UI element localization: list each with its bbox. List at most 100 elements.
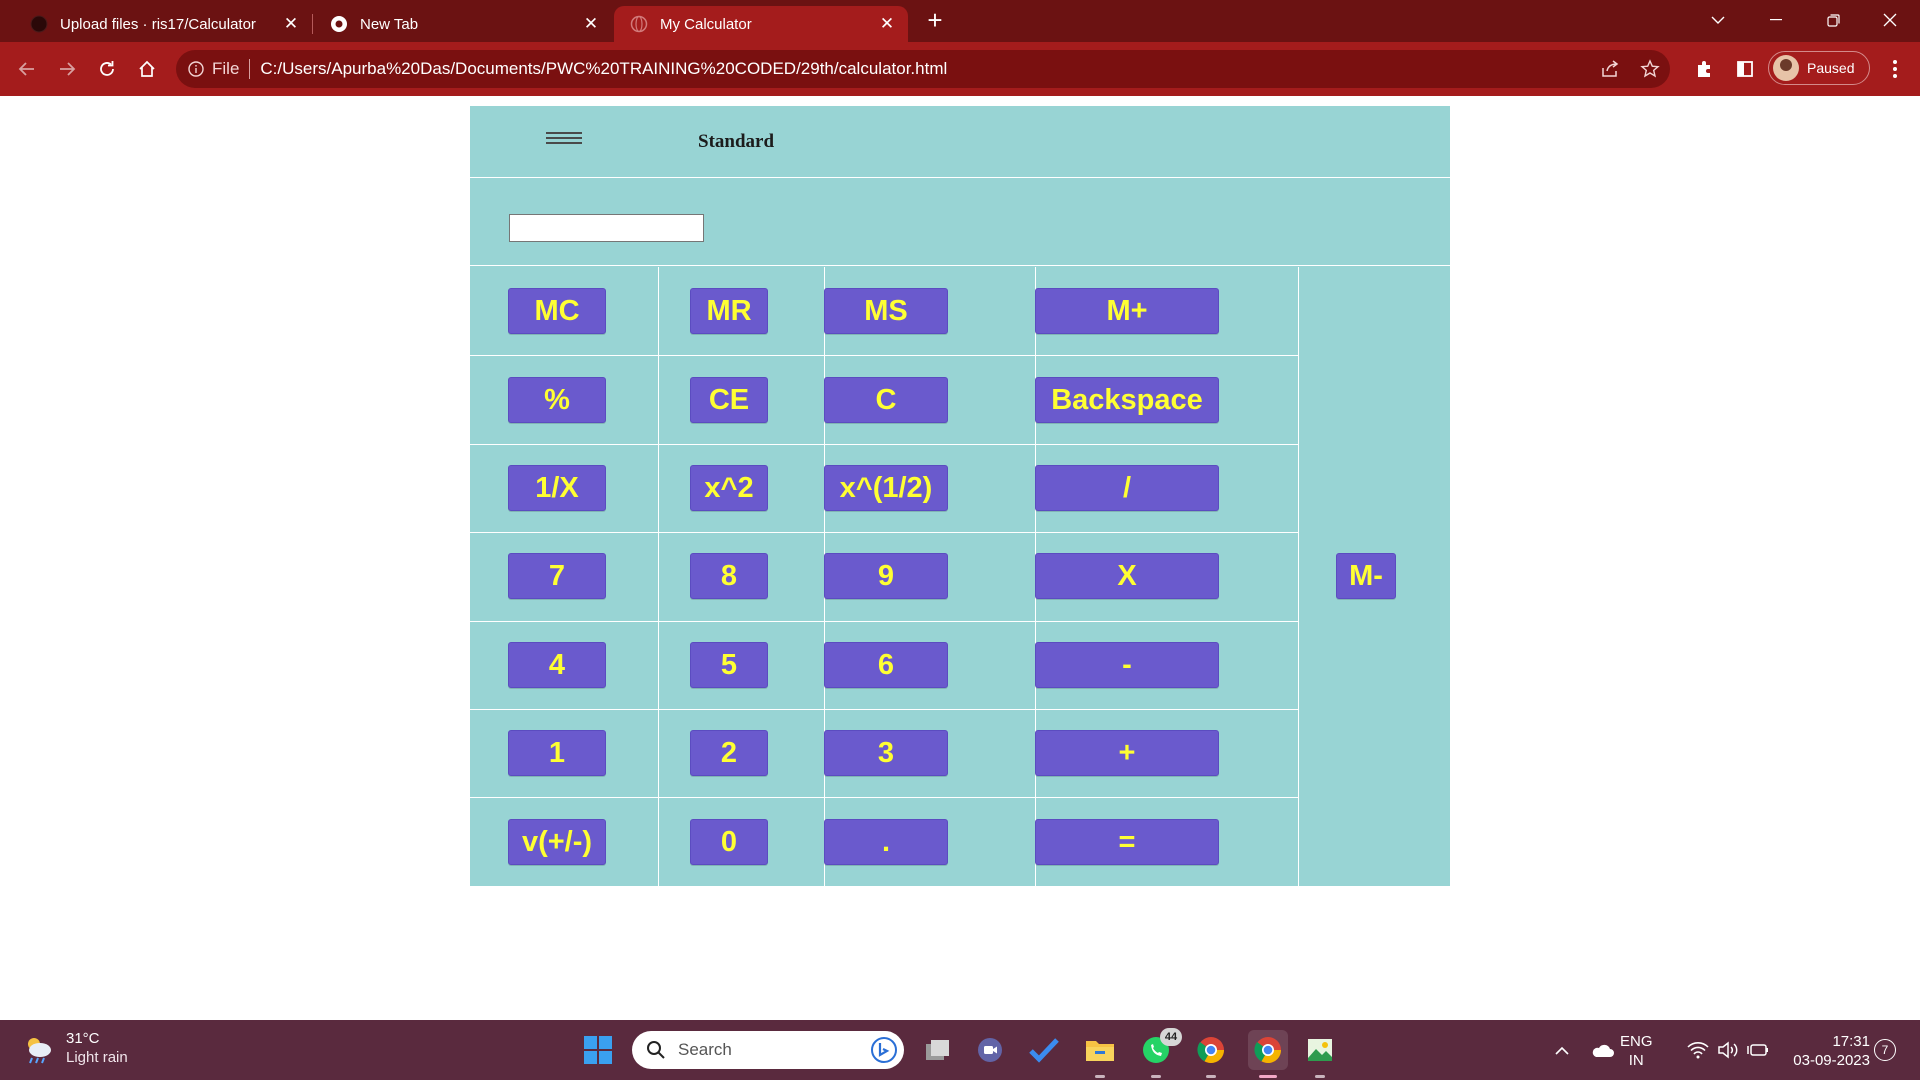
start-button[interactable] (580, 1032, 616, 1068)
close-window-button[interactable] (1862, 0, 1918, 40)
checkmark-icon (1029, 1038, 1059, 1063)
browser-toolbar: File C:/Users/Apurba%20Das/Documents/PWC… (0, 42, 1920, 96)
file-explorer-button[interactable] (1082, 1032, 1118, 1078)
running-indicator (1151, 1075, 1161, 1078)
key-mplus[interactable]: M+ (1035, 288, 1219, 334)
mode-title: Standard (698, 131, 775, 152)
kebab-menu-icon (1893, 60, 1897, 78)
key-mc[interactable]: MC (508, 288, 606, 334)
key-9[interactable]: 9 (824, 553, 948, 599)
display-input[interactable] (509, 214, 704, 242)
key-1[interactable]: 1 (508, 730, 606, 776)
tab-search-button[interactable] (1690, 0, 1746, 40)
onedrive-button[interactable] (1588, 1036, 1616, 1064)
restore-icon (1826, 13, 1840, 27)
key-divide[interactable]: / (1035, 465, 1219, 511)
page-viewport: Standard MC MR MS M+% CE C Backspace 1/X x^2 x^(1… (0, 96, 1920, 1020)
key-6[interactable]: 6 (824, 642, 948, 688)
key-xminussquared[interactable]: x^2 (690, 465, 768, 511)
chrome-active-button[interactable] (1248, 1030, 1288, 1078)
key-v-negate[interactable]: v(+/-) (508, 819, 606, 865)
tab-upload-files[interactable]: Upload files · ris17/Calculator ✕ (14, 6, 312, 42)
key-0[interactable]: 0 (690, 819, 768, 865)
bookmark-button[interactable] (1640, 59, 1660, 79)
key-minus[interactable]: - (1035, 642, 1219, 688)
tab-title: Upload files · ris17/Calculator (60, 15, 256, 33)
tab-new-tab[interactable]: New Tab ✕ (314, 6, 612, 42)
running-indicator (1259, 1075, 1277, 1078)
tab-my-calculator[interactable]: My Calculator ✕ (614, 6, 908, 42)
close-icon[interactable]: ✕ (878, 14, 896, 33)
key-8[interactable]: 8 (690, 553, 768, 599)
hamburger-icon[interactable] (546, 132, 582, 148)
key-decimal[interactable]: . (824, 819, 948, 865)
url-text[interactable]: C:/Users/Apurba%20Das/Documents/PWC%20TR… (260, 59, 947, 79)
volume-button[interactable] (1714, 1036, 1742, 1064)
search-icon (647, 1041, 665, 1059)
extensions-button[interactable] (1690, 54, 1720, 84)
bing-icon (871, 1037, 897, 1063)
back-button[interactable] (12, 54, 42, 84)
tab-title: My Calculator (660, 15, 752, 33)
reload-icon (100, 61, 114, 76)
key-c[interactable]: C (824, 377, 948, 423)
key-equals[interactable]: = (1035, 819, 1219, 865)
profile-button[interactable]: Paused (1768, 51, 1870, 85)
address-bar[interactable]: File C:/Users/Apurba%20Das/Documents/PWC… (176, 50, 1670, 88)
photo-app-button[interactable] (1302, 1032, 1338, 1078)
site-info-chip[interactable]: File (188, 59, 260, 79)
input-language[interactable]: ENG IN (1620, 1032, 1653, 1070)
whatsapp-button[interactable]: 44 (1138, 1028, 1182, 1078)
battery-button[interactable] (1744, 1036, 1772, 1064)
running-indicator (1095, 1075, 1105, 1078)
new-tab-button[interactable]: + (922, 7, 948, 34)
clock[interactable]: 17:31 03-09-2023 (1780, 1032, 1870, 1070)
minimize-button[interactable] (1748, 0, 1804, 40)
key-5[interactable]: 5 (690, 642, 768, 688)
key-1dividex[interactable]: 1/X (508, 465, 606, 511)
show-hidden-icons-button[interactable] (1548, 1036, 1576, 1064)
key-xminussqrt[interactable]: x^(1/2) (824, 465, 948, 511)
wifi-button[interactable] (1684, 1036, 1712, 1064)
key-grid: MC MR MS M+% CE C Backspace 1/X x^2 x^(1/2) / 7 8 9 X 4… (470, 267, 1450, 886)
task-view-button[interactable] (920, 1032, 956, 1068)
weather-widget[interactable]: 31°C Light rain (20, 1030, 128, 1068)
home-button[interactable] (132, 54, 162, 84)
speaker-icon (1718, 1041, 1738, 1059)
key-mr[interactable]: MR (690, 288, 768, 334)
chrome-icon (1254, 1037, 1282, 1064)
side-panel-button[interactable] (1730, 54, 1760, 84)
language-code: ENG (1620, 1033, 1653, 1050)
key-3[interactable]: 3 (824, 730, 948, 776)
region-code: IN (1628, 1052, 1644, 1069)
restore-button[interactable] (1805, 0, 1861, 40)
back-arrow-icon (18, 62, 34, 76)
home-icon (139, 60, 155, 77)
key-ms[interactable]: MS (824, 288, 948, 334)
share-button[interactable] (1600, 59, 1620, 79)
key-2[interactable]: 2 (690, 730, 768, 776)
close-icon[interactable]: ✕ (282, 14, 300, 33)
star-icon (1640, 59, 1660, 78)
key-backspace[interactable]: Backspace (1035, 377, 1219, 423)
key-7[interactable]: 7 (508, 553, 606, 599)
key-percent[interactable]: % (508, 377, 606, 423)
key-m-minus[interactable]: M- (1336, 553, 1396, 599)
video-chat-icon (978, 1038, 1002, 1062)
teams-chat-button[interactable] (972, 1032, 1008, 1068)
reload-button[interactable] (92, 54, 122, 84)
close-icon[interactable]: ✕ (582, 14, 600, 33)
menu-button[interactable] (1880, 54, 1910, 84)
todo-app-button[interactable] (1026, 1032, 1062, 1068)
divider (249, 59, 251, 79)
info-icon (188, 61, 204, 77)
key-ce[interactable]: CE (690, 377, 768, 423)
key-4[interactable]: 4 (508, 642, 606, 688)
key-plus[interactable]: + (1035, 730, 1219, 776)
taskbar-search[interactable]: Search (632, 1031, 904, 1069)
forward-button[interactable] (52, 54, 82, 84)
grid-divider (1298, 267, 1299, 886)
chrome-profile-button[interactable] (1193, 1032, 1229, 1078)
notification-center-button[interactable]: 7 (1874, 1039, 1896, 1061)
key-x[interactable]: X (1035, 553, 1219, 599)
